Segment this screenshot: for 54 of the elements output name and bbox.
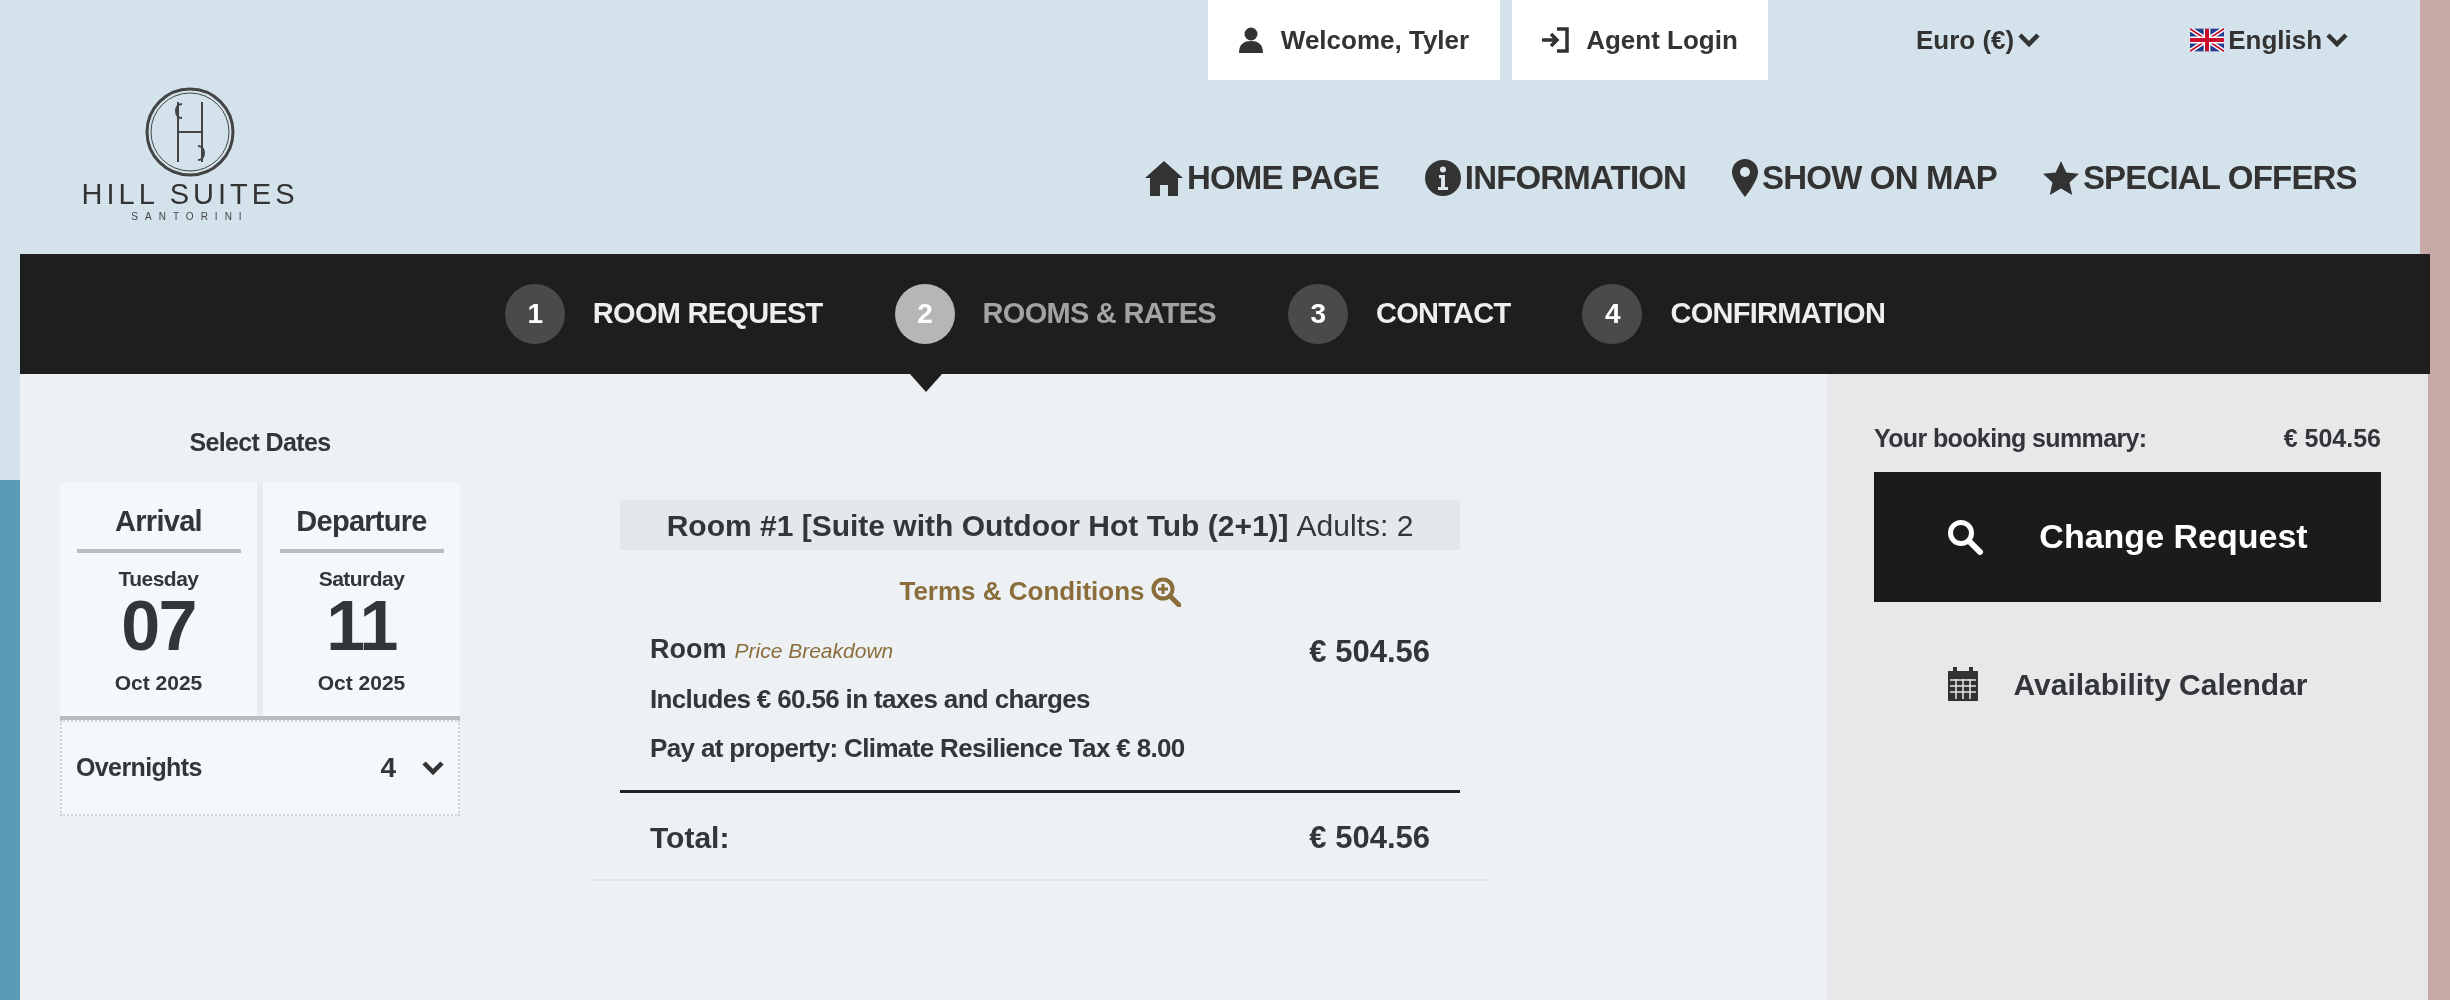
month-year: Oct 2025 (114, 669, 203, 696)
step-number: 1 (504, 284, 565, 344)
logo-name: HILL SUITES (81, 180, 299, 209)
search-icon (1947, 518, 1984, 555)
nav-link[interactable]: SHOW ON MAP (1732, 153, 1997, 203)
availability-calendar-link[interactable]: Availability Calendar (1947, 661, 2308, 707)
nav-link[interactable]: HOME PAGE (1145, 153, 1379, 203)
taxes-note: Includes € 60.56 in taxes and charges (650, 682, 1091, 716)
price-breakdown-link[interactable]: Price Breakdown (734, 635, 894, 667)
change-request-button[interactable]: Change Request (1874, 471, 2381, 602)
chevron-down-icon (422, 760, 444, 776)
calendar-icon (1947, 667, 1978, 701)
zoom-in-icon (1150, 576, 1181, 607)
room-label: Room (650, 633, 727, 666)
sign-in-icon (1542, 27, 1571, 53)
map-pin-icon (1732, 159, 1759, 197)
overnights-dropdown[interactable]: Overnights 4 (60, 720, 460, 816)
language-dropdown[interactable]: English (2190, 0, 2349, 80)
weekday: Tuesday (118, 566, 199, 592)
total-label: Total: (650, 820, 731, 857)
agent-login-button[interactable]: Agent Login (1512, 0, 1768, 80)
currency-dropdown[interactable]: Euro (€) (1916, 0, 2041, 80)
step-tab[interactable]: 3 CONTACT (1287, 254, 1511, 374)
step-tab[interactable]: 4 CONFIRMATION (1582, 254, 1886, 374)
weekday: Saturday (318, 566, 405, 592)
step-number: 3 (1287, 284, 1348, 344)
adults-count: Adults: 2 (1296, 507, 1414, 544)
nav-link[interactable]: INFORMATION (1424, 153, 1687, 203)
month-year: Oct 2025 (317, 669, 406, 696)
room-title: Room #1 [Suite with Outdoor Hot Tub (2+1)] (666, 507, 1289, 544)
summary-label: Your booking summary: (1874, 423, 2147, 454)
arrival-label: Arrival (76, 499, 241, 553)
departure-label: Departure (279, 499, 444, 553)
step-number: 2 (894, 284, 955, 344)
section-title: Select Dates (189, 427, 331, 458)
star-icon (2042, 161, 2079, 195)
home-icon (1145, 160, 1183, 196)
room-price: € 504.56 (1309, 633, 1430, 671)
user-icon (1238, 27, 1263, 53)
property-tax-note: Pay at property: Climate Resilience Tax € 8.00 (650, 731, 1186, 765)
welcome-button[interactable]: Welcome, Tyler (1208, 0, 1500, 80)
nav-link[interactable]: SPECIAL OFFERS (2042, 153, 2357, 203)
logo-subtitle: SANTORINI (131, 212, 249, 222)
total-price: € 504.56 (1309, 818, 1430, 857)
terms-link[interactable]: Terms & Conditions (899, 572, 1181, 611)
info-icon (1424, 160, 1461, 196)
chevron-down-icon (2018, 32, 2041, 48)
step-tab[interactable]: 1 ROOM REQUEST (504, 254, 823, 374)
day-number: 11 (326, 594, 397, 657)
day-number: 07 (121, 594, 196, 657)
uk-flag-icon (2190, 28, 2225, 52)
summary-amount: € 504.56 (2283, 423, 2381, 454)
chevron-down-icon (2326, 32, 2349, 48)
step-number: 4 (1582, 284, 1643, 344)
